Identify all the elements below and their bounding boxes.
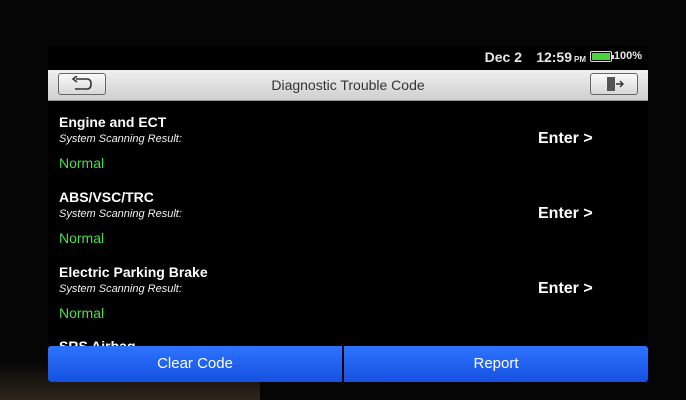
device-screen: Dec 2 12:59 PM 100% Diagnostic Trouble Co… (48, 46, 648, 382)
battery-percent: 100% (613, 50, 642, 62)
enter-button[interactable]: Enter > (538, 280, 593, 298)
scan-result-label: System Scanning Result: (59, 283, 182, 295)
status-ampm: PM (574, 55, 586, 64)
exit-button[interactable] (590, 73, 638, 95)
system-item: Electric Parking Brake System Scanning R… (48, 252, 648, 327)
scan-result-label: System Scanning Result: (59, 133, 182, 145)
system-name: Engine and ECT (59, 114, 167, 130)
system-item: Engine and ECT System Scanning Result: N… (48, 102, 648, 177)
clear-code-button[interactable]: Clear Code (48, 346, 342, 382)
enter-button[interactable]: Enter > (538, 205, 593, 223)
status-time-value: 12:59 (536, 49, 572, 65)
status-bar: Dec 2 12:59 PM 100% (48, 46, 648, 68)
battery-fill (592, 53, 610, 60)
report-button[interactable]: Report (344, 346, 648, 382)
scan-result-value: Normal (59, 230, 105, 246)
exit-door-icon (607, 77, 624, 91)
status-time: 12:59 PM (536, 49, 586, 65)
system-list: Engine and ECT System Scanning Result: N… (48, 102, 648, 327)
system-name: ABS/VSC/TRC (59, 189, 154, 205)
scan-result-value: Normal (59, 305, 105, 321)
status-date: Dec 2 (484, 49, 522, 65)
battery-icon (590, 51, 614, 62)
system-item: ABS/VSC/TRC System Scanning Result: Norm… (48, 177, 648, 252)
bottom-action-bar: Clear Code Report (48, 346, 648, 382)
scan-result-label: System Scanning Result: (59, 208, 182, 220)
scan-result-value: Normal (59, 155, 105, 171)
page-title: Diagnostic Trouble Code (271, 77, 425, 93)
title-bar: Diagnostic Trouble Code (48, 70, 648, 101)
system-name: Electric Parking Brake (59, 264, 208, 280)
enter-button[interactable]: Enter > (538, 130, 593, 148)
